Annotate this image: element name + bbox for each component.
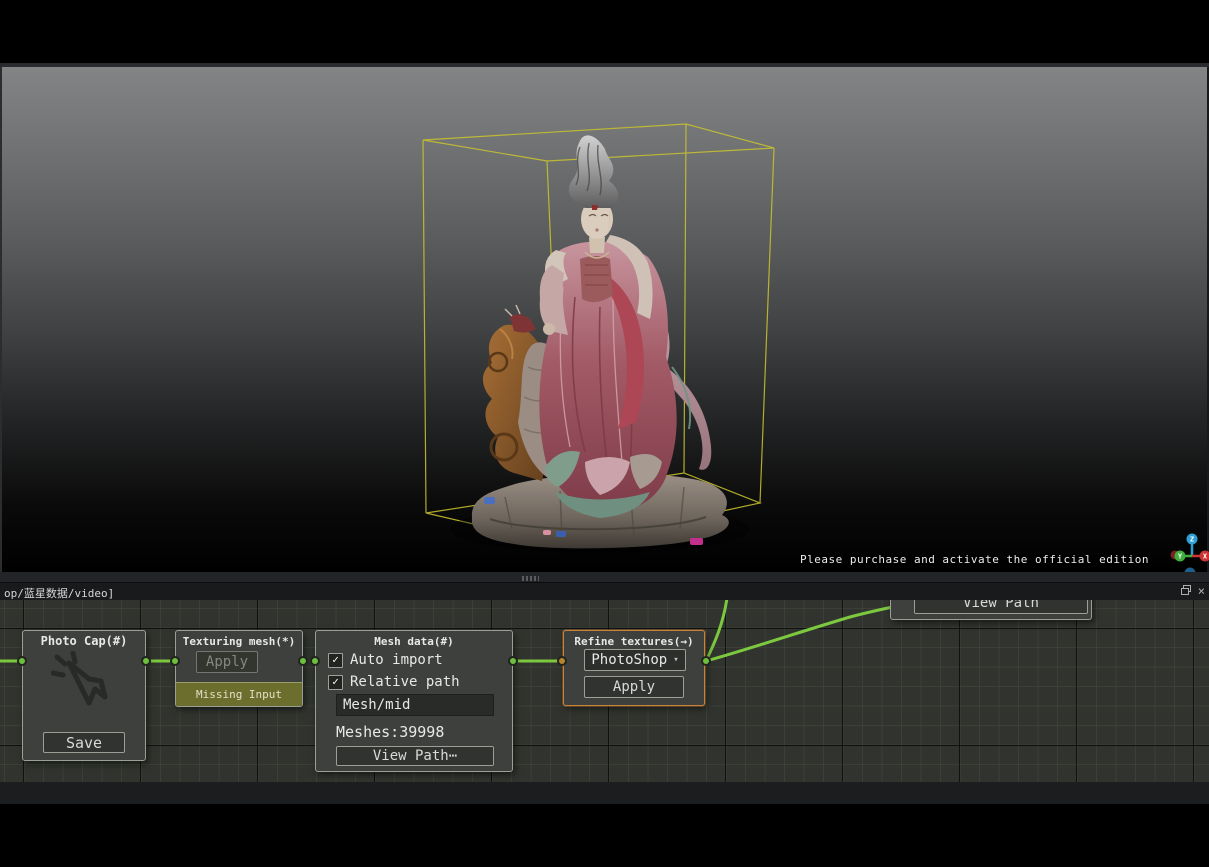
axis-gizmo[interactable]: Z Y X: [1171, 534, 1209, 573]
view-path-button[interactable]: View Path: [914, 600, 1088, 614]
connector-dot[interactable]: [310, 656, 320, 666]
node-refine-textures[interactable]: Refine textures(→) PhotoShop ▾ Apply: [563, 630, 705, 706]
scene-render: Z Y X: [0, 67, 1209, 572]
mesh-path-field[interactable]: [336, 694, 494, 716]
node-title: Photo Cap(#): [23, 634, 145, 649]
connector-dot[interactable]: [141, 656, 151, 666]
apply-button[interactable]: Apply: [196, 651, 258, 673]
node-title: Mesh data(#): [316, 634, 512, 649]
engine-dropdown-value: PhotoShop: [591, 652, 667, 668]
splitter-grip-icon[interactable]: [522, 576, 539, 581]
save-button[interactable]: Save: [43, 732, 125, 753]
bottom-black-bar: [0, 804, 1209, 867]
node-photo-cap[interactable]: Photo Cap(#) Save: [22, 630, 146, 761]
mesh-count-label: Meshes:39998: [336, 723, 444, 741]
license-notice: Please purchase and activate the officia…: [800, 553, 1149, 566]
node-panel-header: op/蓝星数据/video] ×: [0, 582, 1209, 600]
node-title: Texturing mesh(*): [176, 634, 302, 649]
check-icon: ✓: [332, 653, 339, 666]
connector-dot[interactable]: [17, 656, 27, 666]
node-clipped-top-right[interactable]: View Path: [890, 600, 1092, 620]
click-cursor-icon: [51, 651, 113, 717]
statue-model: [450, 135, 750, 553]
node-mesh-data[interactable]: Mesh data(#) ✓ Auto import ✓ Relative pa…: [315, 630, 513, 772]
connector-dot-input[interactable]: [557, 656, 567, 666]
engine-dropdown[interactable]: PhotoShop ▾: [584, 649, 686, 671]
check-icon: ✓: [332, 675, 339, 688]
viewport-3d[interactable]: Z Y X Please purchase and activate the o…: [0, 67, 1209, 572]
application-window: Z Y X Please purchase and activate the o…: [0, 0, 1209, 867]
node-title: Refine textures(→): [564, 634, 704, 649]
breadcrumb: op/蓝星数据/video]: [4, 585, 114, 601]
node-texturing-mesh[interactable]: Texturing mesh(*) Apply Missing Input: [175, 630, 303, 707]
apply-button[interactable]: Apply: [584, 676, 684, 698]
connector-dot[interactable]: [298, 656, 308, 666]
auto-import-checkbox[interactable]: ✓: [328, 653, 343, 668]
missing-input-status-badge: Missing Input: [176, 682, 302, 706]
top-black-bar: [0, 0, 1209, 67]
chevron-down-icon: ▾: [673, 655, 678, 665]
gizmo-z-label: Z: [1190, 536, 1194, 544]
node-graph-canvas[interactable]: Photo Cap(#) Save Texturing mesh(*) Appl…: [0, 600, 1209, 782]
connector-dot[interactable]: [701, 656, 711, 666]
close-icon[interactable]: ×: [1198, 585, 1205, 598]
view-path-button[interactable]: View Path⋯: [336, 746, 494, 766]
relative-path-checkbox[interactable]: ✓: [328, 675, 343, 690]
auto-import-label: Auto import: [350, 652, 443, 668]
relative-path-label: Relative path: [350, 674, 460, 690]
panel-bottom-strip: [0, 782, 1209, 804]
panel-splitter[interactable]: [0, 572, 1209, 582]
connector-dot[interactable]: [508, 656, 518, 666]
restore-window-icon[interactable]: [1181, 585, 1191, 598]
connector-dot[interactable]: [170, 656, 180, 666]
